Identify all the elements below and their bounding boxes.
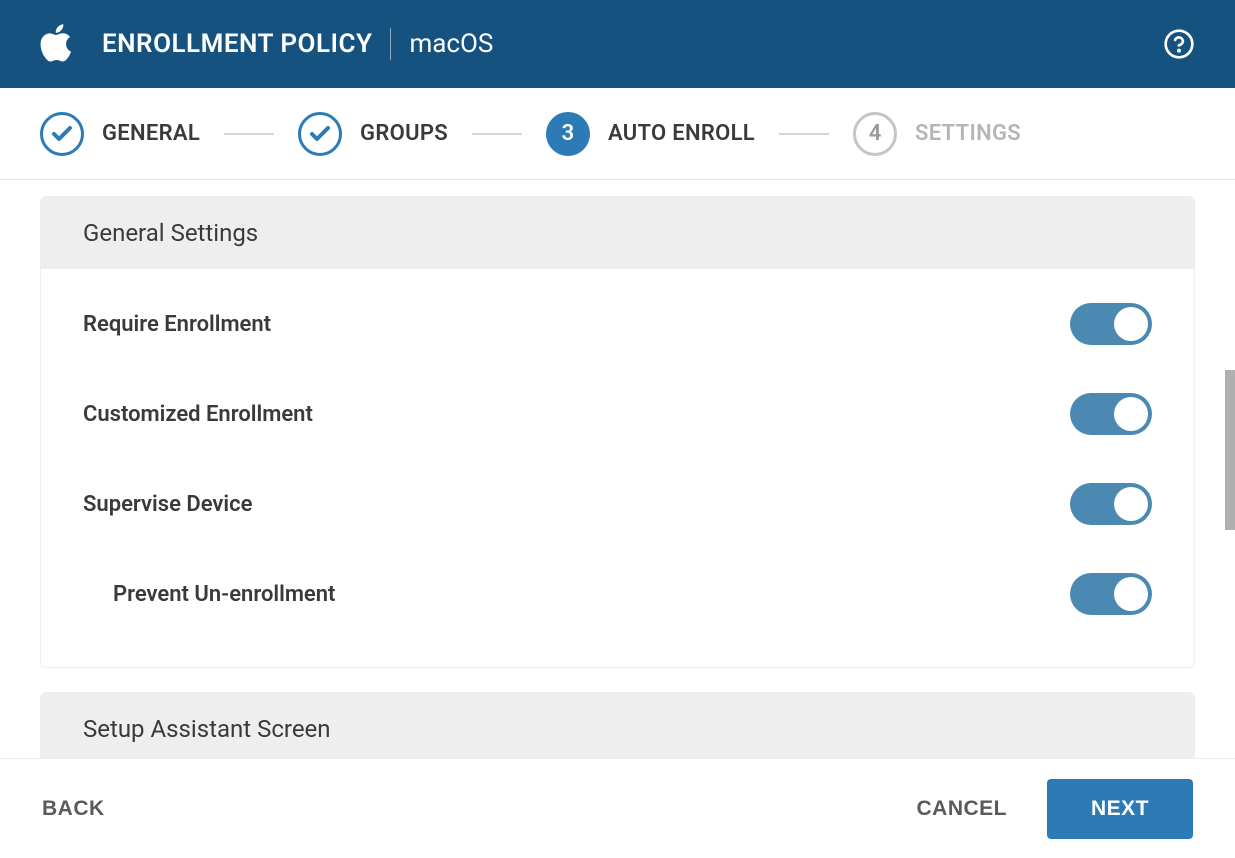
- row-label: Require Enrollment: [83, 312, 271, 337]
- card-body: Require Enrollment Customized Enrollment…: [41, 269, 1194, 667]
- step-auto-enroll[interactable]: 3 AUTO ENROLL: [546, 112, 755, 156]
- help-icon[interactable]: [1163, 28, 1195, 60]
- setup-assistant-card: Setup Assistant Screen Apple ID: [40, 692, 1195, 758]
- step-connector: [224, 133, 274, 135]
- row-require-enrollment: Require Enrollment: [83, 279, 1152, 369]
- footer-right: CANCEL NEXT: [916, 779, 1193, 839]
- general-settings-card: General Settings Require Enrollment Cust…: [40, 196, 1195, 668]
- step-label: GROUPS: [360, 121, 448, 146]
- toggle-require-enrollment[interactable]: [1070, 303, 1152, 345]
- step-groups[interactable]: GROUPS: [298, 112, 448, 156]
- apple-icon: [40, 24, 74, 64]
- card-header: General Settings: [41, 197, 1194, 269]
- step-general[interactable]: GENERAL: [40, 112, 200, 156]
- stepper: GENERAL GROUPS 3 AUTO ENROLL 4 SETTINGS: [0, 88, 1235, 180]
- step-circle-done: [40, 112, 84, 156]
- header-bar: ENROLLMENT POLICY macOS: [0, 0, 1235, 88]
- header-divider: [390, 28, 391, 60]
- step-label: AUTO ENROLL: [608, 121, 755, 146]
- page-title: ENROLLMENT POLICY: [102, 29, 372, 59]
- cancel-button[interactable]: CANCEL: [916, 797, 1007, 821]
- step-label: GENERAL: [102, 121, 200, 146]
- toggle-customized-enrollment[interactable]: [1070, 393, 1152, 435]
- row-label: Prevent Un-enrollment: [83, 582, 335, 607]
- content-area: General Settings Require Enrollment Cust…: [0, 180, 1235, 758]
- toggle-supervise-device[interactable]: [1070, 483, 1152, 525]
- next-button[interactable]: NEXT: [1047, 779, 1193, 839]
- step-label: SETTINGS: [915, 121, 1021, 146]
- step-circle-active: 3: [546, 112, 590, 156]
- check-icon: [50, 122, 74, 146]
- row-supervise-device: Supervise Device: [83, 459, 1152, 549]
- header-left: ENROLLMENT POLICY macOS: [40, 24, 493, 64]
- row-customized-enrollment: Customized Enrollment: [83, 369, 1152, 459]
- row-label: Supervise Device: [83, 492, 252, 517]
- page-subtitle: macOS: [409, 29, 493, 59]
- step-connector: [779, 133, 829, 135]
- row-label: Customized Enrollment: [83, 402, 313, 427]
- check-icon: [308, 122, 332, 146]
- scrollbar[interactable]: [1225, 370, 1235, 530]
- step-settings[interactable]: 4 SETTINGS: [853, 112, 1021, 156]
- card-header: Setup Assistant Screen: [41, 693, 1194, 758]
- row-prevent-unenrollment: Prevent Un-enrollment: [83, 549, 1152, 639]
- step-connector: [472, 133, 522, 135]
- footer-bar: BACK CANCEL NEXT: [0, 758, 1235, 858]
- step-circle-done: [298, 112, 342, 156]
- back-button[interactable]: BACK: [42, 797, 105, 821]
- toggle-prevent-unenrollment[interactable]: [1070, 573, 1152, 615]
- step-circle-pending: 4: [853, 112, 897, 156]
